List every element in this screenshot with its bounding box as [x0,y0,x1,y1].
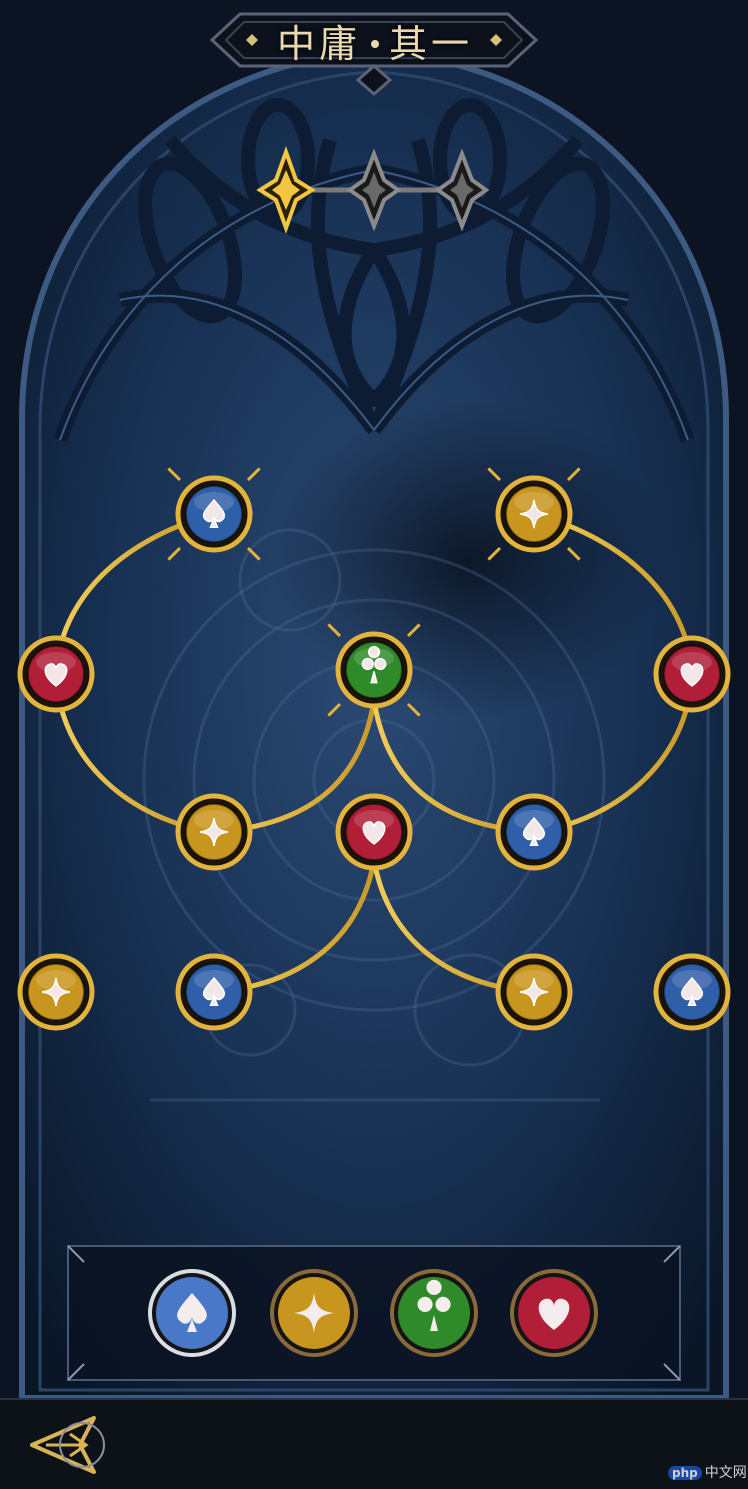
bottom-bar [0,1398,748,1489]
skill-node-spade[interactable] [653,953,731,1031]
skill-node-spade[interactable] [175,953,253,1031]
title-left: 中庸 [276,21,361,66]
back-button[interactable] [24,1412,108,1478]
title-plate: 中庸 其一 [212,12,538,68]
palette-heart-button[interactable] [510,1269,598,1357]
palette-spade-button[interactable] [148,1269,236,1357]
watermark: php 中文网 [668,1462,747,1482]
skill-tree-screen [0,0,748,1487]
palette-club-button[interactable] [390,1269,478,1357]
back-arrow-icon [30,1416,105,1474]
skill-node-diamond[interactable] [175,793,253,871]
skill-node-heart[interactable] [335,793,413,871]
shadow-blob [270,400,670,720]
skill-node-diamond[interactable] [495,953,573,1031]
page-title: 中庸 其一 [277,13,473,68]
skill-node-diamond[interactable] [17,953,95,1031]
skill-node-spade[interactable] [495,793,573,871]
skill-node-heart[interactable] [17,635,95,713]
palette-diamond-button[interactable] [270,1269,358,1357]
title-separator-icon [371,40,379,48]
watermark-badge: php [668,1466,702,1480]
title-right: 其一 [389,21,474,66]
skill-node-heart[interactable] [653,635,731,713]
watermark-text: 中文网 [704,1465,747,1481]
